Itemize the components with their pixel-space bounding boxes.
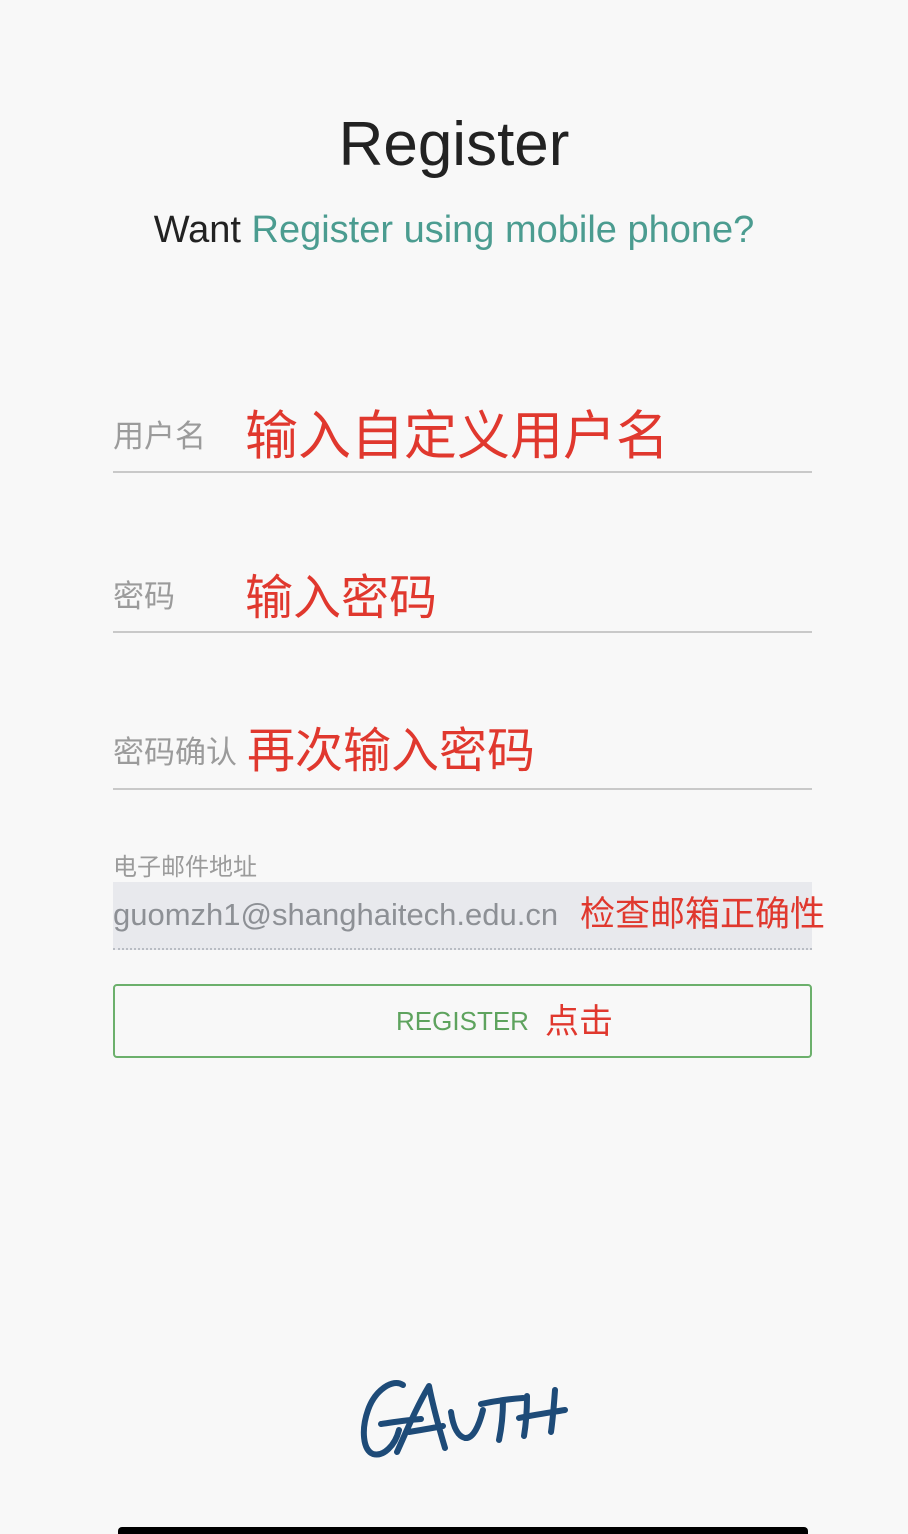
register-button[interactable]: REGISTER bbox=[113, 984, 812, 1058]
username-row: 用户名 bbox=[113, 410, 812, 473]
password-confirm-input[interactable] bbox=[245, 727, 812, 787]
password-underline bbox=[113, 631, 812, 633]
page-title: Register bbox=[338, 110, 570, 179]
password-label: 密码 bbox=[113, 579, 175, 614]
password-confirm-row: 密码确认 bbox=[113, 727, 812, 790]
logo-letter-h bbox=[516, 1387, 568, 1439]
email-input[interactable] bbox=[113, 882, 812, 950]
username-label: 用户名 bbox=[113, 419, 206, 454]
logo-letter-u bbox=[448, 1407, 486, 1441]
username-input[interactable] bbox=[245, 410, 812, 470]
mobile-register-prompt: Want Register using mobile phone? bbox=[0, 207, 908, 253]
password-confirm-underline bbox=[113, 788, 812, 790]
email-label: 电子邮件地址 bbox=[113, 854, 257, 881]
prompt-prefix: Want bbox=[153, 209, 241, 251]
gauth-logo bbox=[360, 1380, 568, 1458]
password-confirm-label: 密码确认 bbox=[113, 735, 237, 770]
home-indicator bbox=[118, 1527, 808, 1534]
password-row: 密码 bbox=[113, 570, 812, 633]
mobile-register-link[interactable]: Register using mobile phone? bbox=[252, 209, 755, 251]
register-button-label: REGISTER bbox=[396, 1005, 529, 1036]
username-underline bbox=[113, 471, 812, 473]
password-input[interactable] bbox=[245, 570, 812, 630]
